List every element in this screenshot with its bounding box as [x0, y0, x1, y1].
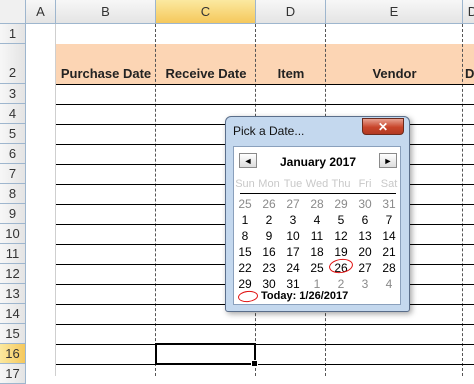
- header-vendor[interactable]: Vendor: [326, 44, 463, 84]
- calendar-day[interactable]: 22: [233, 261, 257, 275]
- header-item[interactable]: Item: [256, 44, 326, 84]
- column-header-e[interactable]: E: [326, 0, 463, 24]
- weekday-label: Sat: [380, 178, 398, 190]
- calendar-day[interactable]: 17: [281, 245, 305, 259]
- calendar-day[interactable]: 27: [281, 197, 305, 211]
- calendar-day[interactable]: 28: [377, 261, 401, 275]
- fill-handle[interactable]: [251, 360, 258, 367]
- calendar-day[interactable]: 11: [305, 229, 329, 243]
- header-receive-date[interactable]: Receive Date: [156, 44, 256, 84]
- weekday-divider: [240, 193, 396, 194]
- date-picker-window: Pick a Date... ✕ ◄ January 2017 ► Sun Mo…: [225, 116, 410, 312]
- column-header-c[interactable]: C: [156, 0, 256, 24]
- row-header-9[interactable]: 9: [0, 204, 26, 224]
- calendar-day[interactable]: 3: [281, 213, 305, 227]
- weekday-label: Sun: [235, 178, 255, 190]
- header-next-column[interactable]: D: [463, 44, 474, 84]
- calendar-day[interactable]: 15: [233, 245, 257, 259]
- calendar-day[interactable]: 3: [353, 277, 377, 291]
- row-header-7[interactable]: 7: [0, 164, 26, 184]
- calendar-day[interactable]: 28: [305, 197, 329, 211]
- calendar-day[interactable]: 20: [353, 245, 377, 259]
- column-header-d[interactable]: D: [256, 0, 326, 24]
- close-button[interactable]: ✕: [362, 118, 404, 135]
- calendar-day[interactable]: 6: [353, 212, 377, 227]
- weekday-label: Tue: [283, 178, 303, 190]
- active-cell-c16[interactable]: [155, 343, 258, 367]
- calendar-day[interactable]: 14: [377, 229, 401, 243]
- weekday-label: Mon: [258, 178, 280, 190]
- calendar-panel: ◄ January 2017 ► Sun Mon Tue Wed Thu Fri…: [233, 146, 401, 305]
- weekday-label: Fri: [358, 178, 372, 190]
- grid-line: [56, 104, 474, 105]
- row-header-2[interactable]: 2: [0, 44, 26, 84]
- header-purchase-date[interactable]: Purchase Date: [56, 44, 156, 84]
- calendar-day[interactable]: 4: [377, 277, 401, 291]
- calendar-day[interactable]: 25: [305, 261, 329, 275]
- row-header-12[interactable]: 12: [0, 264, 26, 284]
- calendar-day[interactable]: 5: [329, 213, 353, 227]
- calendar-day[interactable]: 23: [257, 261, 281, 275]
- row-header-15[interactable]: 15: [0, 324, 26, 344]
- calendar-day[interactable]: 30: [353, 197, 377, 211]
- grid-line: [56, 324, 474, 325]
- calendar-day[interactable]: 9: [257, 229, 281, 243]
- row-header-6[interactable]: 6: [0, 144, 26, 164]
- row-header-11[interactable]: 11: [0, 244, 26, 264]
- calendar-day[interactable]: 25: [233, 197, 257, 211]
- column-header-f[interactable]: D: [463, 0, 474, 24]
- grid-line: [56, 344, 474, 345]
- select-all-corner[interactable]: [0, 0, 26, 24]
- calendar-day[interactable]: 13: [353, 229, 377, 243]
- row-header-14[interactable]: 14: [0, 304, 26, 324]
- weekday-label: Wed: [305, 178, 329, 190]
- row-header-16[interactable]: 16: [0, 344, 26, 364]
- calendar-day[interactable]: 7: [377, 213, 401, 227]
- row-header-17[interactable]: 17: [0, 364, 26, 384]
- calendar-day[interactable]: 24: [281, 261, 305, 275]
- row-header-4[interactable]: 4: [0, 104, 26, 124]
- next-month-button[interactable]: ►: [379, 153, 397, 168]
- today-circle-icon: [237, 289, 259, 303]
- row-header-5[interactable]: 5: [0, 124, 26, 144]
- grid-line: [56, 364, 474, 365]
- column-header-a[interactable]: A: [26, 0, 56, 24]
- month-label: January 2017: [279, 155, 357, 169]
- calendar-day[interactable]: 8: [233, 229, 257, 243]
- calendar-day[interactable]: 27: [353, 261, 377, 275]
- calendar-day[interactable]: 31: [377, 197, 401, 211]
- date-picker-title: Pick a Date...: [233, 124, 305, 138]
- calendar-day[interactable]: 29: [329, 197, 353, 211]
- calendar-day[interactable]: 4: [305, 213, 329, 227]
- grid-line: [56, 84, 474, 85]
- today-label: Today: 1/26/2017: [261, 290, 349, 302]
- row-header-10[interactable]: 10: [0, 224, 26, 244]
- calendar-day[interactable]: 26: [257, 197, 281, 211]
- calendar-day[interactable]: 10: [281, 229, 305, 243]
- calendar-day[interactable]: 2: [257, 213, 281, 227]
- calendar-day[interactable]: 12: [329, 229, 353, 243]
- row-header-1[interactable]: 1: [0, 24, 26, 44]
- calendar-day[interactable]: 18: [305, 245, 329, 259]
- row-header-8[interactable]: 8: [0, 184, 26, 204]
- calendar-day[interactable]: 19: [329, 245, 353, 259]
- weekday-label: Thu: [331, 178, 351, 190]
- row-header-3[interactable]: 3: [0, 84, 26, 104]
- calendar-day[interactable]: 21: [377, 245, 401, 259]
- today-link[interactable]: Today: 1/26/2017: [237, 288, 349, 304]
- column-header-b[interactable]: B: [56, 0, 156, 24]
- calendar-day[interactable]: 16: [257, 245, 281, 259]
- calendar-day[interactable]: 1: [233, 213, 257, 227]
- row-header-13[interactable]: 13: [0, 284, 26, 304]
